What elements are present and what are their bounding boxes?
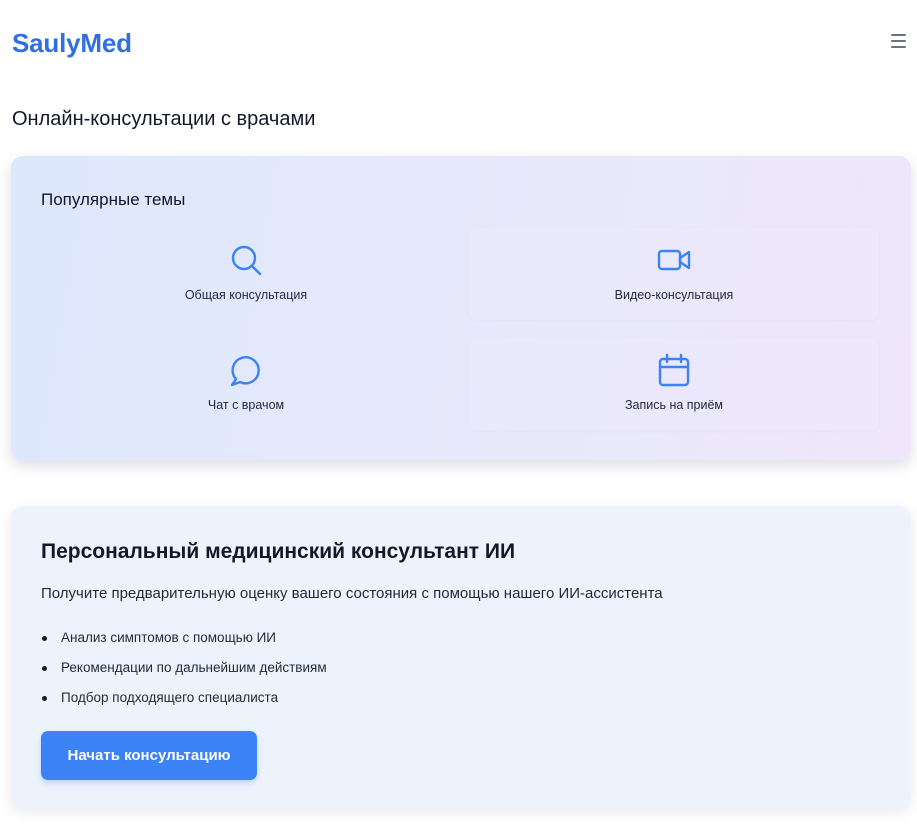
chat-bubble-icon xyxy=(228,352,264,388)
topic-appointment-booking[interactable]: Запись на приём xyxy=(469,338,879,430)
search-icon xyxy=(228,242,264,278)
calendar-icon xyxy=(656,352,692,388)
header: SaulyMed xyxy=(0,0,917,88)
ai-consultant-card: Персональный медицинский консультант ИИ … xyxy=(11,506,911,808)
topic-label: Общая консультация xyxy=(184,288,308,302)
topic-label: Видео-консультация xyxy=(614,288,734,302)
topic-chat-with-doctor[interactable]: Чат с врачом xyxy=(41,338,451,430)
feature-list: Анализ симптомов с помощью ИИ Рекомендац… xyxy=(41,630,327,720)
topic-general-consultation[interactable]: Общая консультация xyxy=(41,228,451,320)
topic-label: Запись на приём xyxy=(624,398,724,412)
feature-text: Анализ симптомов с помощью ИИ xyxy=(61,630,276,645)
popular-topics-title: Популярные темы xyxy=(41,190,186,209)
logo[interactable]: SaulyMed xyxy=(12,28,132,59)
bullet-icon xyxy=(42,636,47,641)
list-item: Анализ симптомов с помощью ИИ xyxy=(41,630,327,660)
topic-video-consultation[interactable]: Видео-консультация xyxy=(469,228,879,320)
topic-label: Чат с врачом xyxy=(207,398,285,412)
popular-topics-card: Популярные темы Общая консультация Видео… xyxy=(11,156,911,460)
page-title: Онлайн-консультации с врачами xyxy=(12,108,316,130)
hamburger-menu-icon[interactable] xyxy=(891,32,909,50)
bullet-icon xyxy=(42,696,47,701)
feature-text: Рекомендации по дальнейшим действиям xyxy=(61,660,327,675)
start-consultation-button[interactable]: Начать консультацию xyxy=(41,731,257,780)
feature-text: Подбор подходящего специалиста xyxy=(61,690,279,705)
video-camera-icon xyxy=(656,242,692,278)
list-item: Рекомендации по дальнейшим действиям xyxy=(41,660,327,690)
ai-consultant-description: Получите предварительную оценку вашего с… xyxy=(41,585,663,602)
bullet-icon xyxy=(42,666,47,671)
ai-consultant-title: Персональный медицинский консультант ИИ xyxy=(41,540,516,563)
list-item: Подбор подходящего специалиста xyxy=(41,690,327,720)
